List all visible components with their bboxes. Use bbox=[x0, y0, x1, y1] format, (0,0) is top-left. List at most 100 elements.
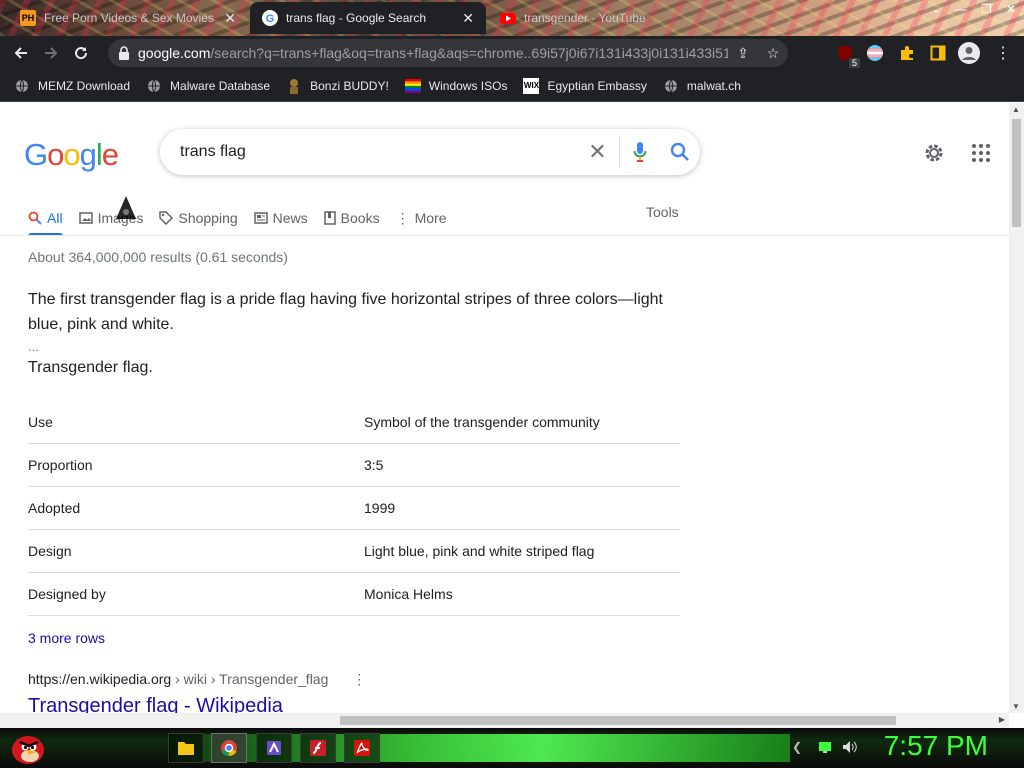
tab-youtube[interactable]: transgender - YouTube bbox=[488, 2, 728, 34]
bookmark-label: Bonzi BUDDY! bbox=[310, 78, 389, 93]
reload-button[interactable] bbox=[66, 38, 96, 68]
dots-vertical-icon: ⋮ bbox=[395, 209, 410, 226]
close-window-icon[interactable]: ✕ bbox=[1006, 2, 1016, 16]
table-row: Use Symbol of the transgender community bbox=[28, 401, 680, 444]
tab-label: More bbox=[414, 210, 447, 226]
url-domain: google.com bbox=[138, 45, 211, 61]
bookmark-malwatch[interactable]: malwat.ch bbox=[663, 78, 741, 94]
trans-flag-extension-icon[interactable] bbox=[864, 42, 886, 64]
tab-label: Shopping bbox=[178, 210, 238, 226]
settings-gear-icon[interactable] bbox=[922, 141, 946, 170]
microphone-icon[interactable] bbox=[620, 141, 660, 163]
bookmark-label: MEMZ Download bbox=[38, 78, 131, 93]
close-icon[interactable]: ✕ bbox=[462, 10, 474, 27]
tab-label: News bbox=[272, 210, 308, 226]
featured-snippet: The first transgender flag is a pride fl… bbox=[28, 287, 688, 380]
tab-pornhub[interactable]: PH Free Porn Videos & Sex Movies ✕ bbox=[8, 2, 248, 34]
url-text: google.com/search?q=trans+flag&oq=trans+… bbox=[138, 45, 728, 61]
forward-button[interactable] bbox=[36, 38, 66, 68]
tab-shopping[interactable]: Shopping bbox=[159, 203, 238, 233]
tab-news[interactable]: News bbox=[253, 203, 308, 233]
close-icon[interactable]: ✕ bbox=[224, 10, 236, 27]
taskbar-flash[interactable] bbox=[300, 733, 336, 763]
result-cite[interactable]: https://en.wikipedia.org › wiki › Transg… bbox=[28, 671, 366, 688]
side-panel-icon bbox=[930, 45, 946, 61]
bookmark-memz[interactable]: MEMZ Download bbox=[14, 78, 130, 94]
flash-icon bbox=[310, 740, 326, 756]
scroll-up-arrow-icon[interactable]: ▲ bbox=[1012, 105, 1020, 114]
info-table: Use Symbol of the transgender community P… bbox=[28, 401, 680, 616]
volume-icon[interactable] bbox=[842, 740, 858, 759]
tab-books[interactable]: Books bbox=[323, 203, 380, 233]
horizontal-scrollbar[interactable]: ▶ bbox=[0, 713, 1009, 728]
bookmarks-bar: MEMZ Download Malware Database Bonzi BUD… bbox=[0, 70, 1024, 102]
search-input[interactable]: trans flag bbox=[180, 143, 576, 161]
cite-domain: https://en.wikipedia.org bbox=[28, 671, 172, 687]
taskbar-chrome[interactable] bbox=[211, 733, 247, 763]
tray-chevron-icon[interactable]: ❮ bbox=[792, 740, 802, 754]
address-bar[interactable]: google.com/search?q=trans+flag&oq=trans+… bbox=[108, 39, 788, 67]
taskbar-file-explorer[interactable] bbox=[168, 733, 204, 763]
url-path: /search?q=trans+flag&oq=trans+flag&aqs=c… bbox=[210, 45, 728, 61]
bookmark-egyptian-embassy[interactable]: WIX Egyptian Embassy bbox=[523, 77, 647, 94]
search-icon[interactable] bbox=[660, 142, 700, 162]
restore-icon[interactable]: ❐ bbox=[981, 2, 992, 16]
tab-all[interactable]: All bbox=[28, 203, 63, 236]
tab-label: Books bbox=[340, 210, 380, 226]
row-key: Use bbox=[28, 414, 53, 430]
avatar-icon bbox=[958, 42, 980, 64]
ublock-extension-icon[interactable]: 5 bbox=[834, 42, 860, 68]
row-value: 1999 bbox=[364, 500, 396, 516]
bonzi-icon bbox=[286, 78, 302, 94]
profile-avatar[interactable] bbox=[958, 42, 980, 64]
side-panel-button[interactable] bbox=[927, 42, 949, 64]
scroll-down-arrow-icon[interactable]: ▼ bbox=[1012, 702, 1020, 711]
scroll-right-arrow-icon[interactable]: ▶ bbox=[999, 715, 1005, 724]
bookmark-bonzi-buddy[interactable]: Bonzi BUDDY! bbox=[286, 78, 389, 94]
scrollbar-thumb[interactable] bbox=[1012, 119, 1021, 227]
kebab-menu-icon[interactable]: ⋮ bbox=[992, 42, 1014, 64]
image-icon bbox=[78, 211, 93, 225]
result-stats: About 364,000,000 results (0.61 seconds) bbox=[28, 249, 288, 265]
minimize-icon[interactable]: — bbox=[955, 2, 967, 16]
google-g-icon: G bbox=[262, 10, 278, 26]
svg-text:G: G bbox=[266, 13, 275, 25]
star-icon[interactable]: ☆ bbox=[758, 45, 788, 62]
taskbar-acrobat[interactable] bbox=[344, 733, 380, 763]
result-title-link[interactable]: Transgender flag - Wikipedia bbox=[28, 695, 283, 713]
row-key: Designed by bbox=[28, 586, 106, 602]
row-key: Proportion bbox=[28, 457, 93, 473]
scrollbar-thumb[interactable] bbox=[340, 716, 896, 725]
snippet-text: The first transgender flag is a pride fl… bbox=[28, 291, 663, 333]
table-row: Designed by Monica Helms bbox=[28, 573, 680, 616]
bookmark-malware-database[interactable]: Malware Database bbox=[146, 78, 270, 94]
bookmark-windows-isos[interactable]: Windows ISOs bbox=[404, 78, 507, 94]
youtube-icon bbox=[500, 13, 516, 24]
tabs-divider bbox=[0, 235, 1009, 236]
search-box[interactable]: trans flag ✕ bbox=[160, 129, 700, 175]
bookmark-label: Egyptian Embassy bbox=[547, 78, 647, 93]
tab-title: transgender - YouTube bbox=[524, 11, 646, 25]
google-logo[interactable]: Google bbox=[24, 137, 119, 173]
vertical-scrollbar[interactable]: ▲ ▼ bbox=[1009, 103, 1024, 713]
extensions-puzzle-icon[interactable] bbox=[896, 42, 918, 64]
tag-icon bbox=[159, 211, 174, 225]
network-icon[interactable] bbox=[818, 740, 832, 759]
taskbar-app-purple[interactable] bbox=[256, 733, 292, 763]
share-icon[interactable]: ⇪ bbox=[728, 45, 758, 62]
back-button[interactable] bbox=[6, 38, 36, 68]
reload-icon bbox=[75, 47, 88, 60]
chevron-down-icon[interactable]: ⌄ bbox=[931, 2, 941, 16]
window-controls: ⌄ — ❐ ✕ bbox=[931, 0, 1016, 18]
more-rows-link[interactable]: 3 more rows bbox=[28, 630, 105, 646]
apps-grid-icon[interactable] bbox=[972, 144, 990, 167]
row-value: Light blue, pink and white striped flag bbox=[364, 543, 595, 559]
clear-search-icon[interactable]: ✕ bbox=[576, 137, 620, 167]
tools-button[interactable]: Tools bbox=[646, 204, 679, 220]
start-button-angry-bird-icon[interactable] bbox=[8, 730, 48, 768]
tab-google-search[interactable]: G trans flag - Google Search ✕ bbox=[250, 2, 486, 34]
row-value: Monica Helms bbox=[364, 586, 453, 602]
result-options-icon[interactable]: ⋮ bbox=[352, 671, 366, 687]
tab-more[interactable]: ⋮ More bbox=[396, 203, 447, 233]
taskbar-clock[interactable]: 7:57 PM bbox=[884, 730, 988, 762]
